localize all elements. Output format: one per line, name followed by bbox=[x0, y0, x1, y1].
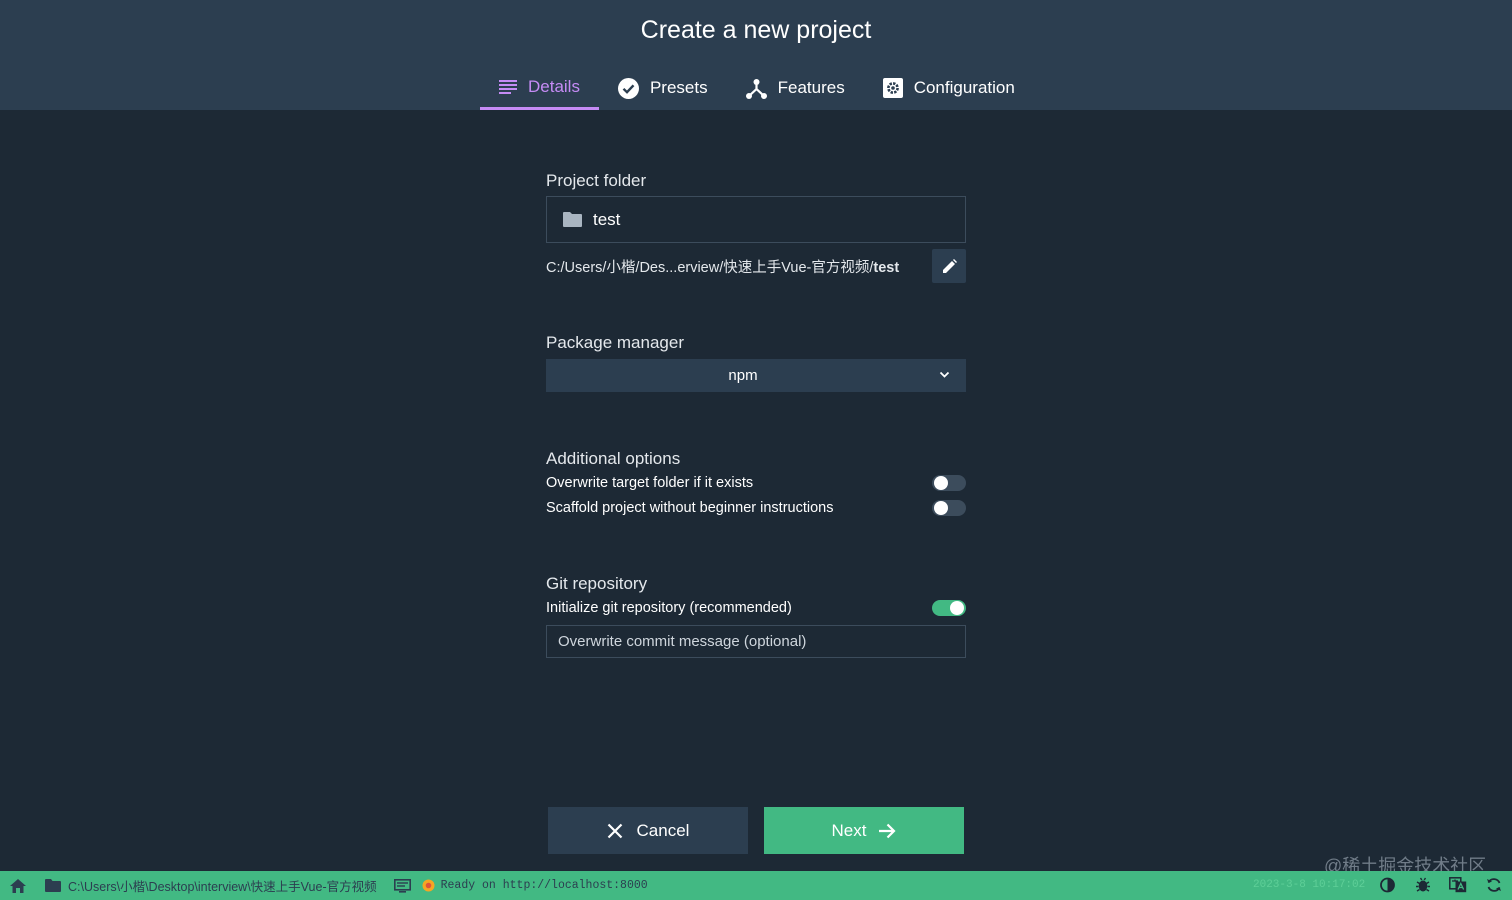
log-status[interactable]: Ready on http://localhost:8000 bbox=[422, 871, 648, 900]
toggle-knob bbox=[934, 476, 948, 490]
tab-bar: Details Presets Features Configuration bbox=[480, 66, 1034, 110]
option-scaffold-row: Scaffold project without beginner instru… bbox=[546, 497, 966, 519]
tab-label: Features bbox=[777, 78, 845, 97]
toggle-knob bbox=[950, 601, 964, 615]
option-label: Scaffold project without beginner instru… bbox=[546, 500, 834, 516]
close-icon bbox=[607, 823, 622, 838]
project-folder-label: Project folder bbox=[546, 171, 647, 190]
tab-features[interactable]: Features bbox=[727, 66, 864, 110]
home-button[interactable] bbox=[10, 871, 26, 900]
cwd-button[interactable]: C:\Users\小楷\Desktop\interview\快速上手Vue-官方… bbox=[45, 871, 377, 900]
toggle-knob bbox=[934, 501, 948, 515]
home-icon bbox=[10, 878, 26, 893]
log-message: Ready on http://localhost:8000 bbox=[440, 879, 648, 892]
pencil-icon bbox=[942, 258, 957, 273]
folder-icon bbox=[563, 212, 582, 227]
check-circle-icon bbox=[617, 77, 639, 99]
project-path: C:/Users/小楷/Des...erview/快速上手Vue-官方视频/te… bbox=[546, 259, 900, 276]
tab-label: Configuration bbox=[913, 78, 1015, 97]
additional-options-label: Additional options bbox=[546, 449, 681, 468]
tab-details[interactable]: Details bbox=[480, 66, 599, 110]
project-folder-value: test bbox=[593, 209, 621, 229]
merge-icon bbox=[745, 78, 767, 99]
refresh-icon[interactable] bbox=[1486, 877, 1502, 893]
package-manager-select[interactable]: npm bbox=[546, 359, 966, 392]
cwd-path: C:\Users\小楷\Desktop\interview\快速上手Vue-官方… bbox=[68, 880, 377, 894]
arrow-right-icon bbox=[879, 823, 897, 838]
commit-message-input[interactable] bbox=[546, 625, 966, 658]
git-init-toggle[interactable] bbox=[932, 600, 966, 616]
git-repository-label: Git repository bbox=[546, 574, 648, 593]
overwrite-toggle[interactable] bbox=[932, 475, 966, 491]
status-bar: C:\Users\小楷\Desktop\interview\快速上手Vue-官方… bbox=[0, 871, 1512, 900]
translate-icon[interactable] bbox=[1449, 877, 1467, 893]
project-path-row: C:/Users/小楷/Des...erview/快速上手Vue-官方视频/te… bbox=[546, 249, 966, 283]
chevron-down-icon bbox=[939, 371, 950, 378]
option-overwrite-row: Overwrite target folder if it exists bbox=[546, 472, 966, 494]
option-label: Initialize git repository (recommended) bbox=[546, 600, 792, 616]
header: Create a new project Details Presets Fea… bbox=[0, 0, 1512, 110]
cancel-label: Cancel bbox=[636, 820, 690, 840]
status-ready-icon bbox=[422, 879, 435, 892]
package-manager-label: Package manager bbox=[546, 333, 684, 352]
next-label: Next bbox=[831, 820, 867, 840]
edit-path-button[interactable] bbox=[932, 249, 966, 283]
tab-label: Details bbox=[528, 76, 580, 96]
folder-icon bbox=[45, 879, 61, 892]
tab-configuration[interactable]: Configuration bbox=[864, 66, 1034, 110]
tab-presets[interactable]: Presets bbox=[599, 66, 727, 110]
cancel-button[interactable]: Cancel bbox=[548, 807, 748, 854]
bug-icon[interactable] bbox=[1416, 877, 1430, 893]
theme-toggle-icon[interactable] bbox=[1380, 877, 1395, 893]
console-button[interactable] bbox=[393, 871, 411, 900]
next-button[interactable]: Next bbox=[764, 807, 964, 854]
package-manager-value: npm bbox=[728, 367, 758, 384]
option-label: Overwrite target folder if it exists bbox=[546, 475, 754, 491]
tab-label: Presets bbox=[649, 78, 708, 97]
list-icon bbox=[499, 79, 517, 94]
page-title: Create a new project bbox=[640, 16, 872, 44]
project-folder-input[interactable]: test bbox=[546, 196, 966, 243]
option-git-init-row: Initialize git repository (recommended) bbox=[546, 597, 966, 619]
console-icon bbox=[393, 878, 411, 893]
scaffold-toggle[interactable] bbox=[932, 500, 966, 516]
timestamp: 2023-3-8 10:17:02 bbox=[1253, 879, 1366, 891]
settings-box-icon bbox=[882, 78, 903, 98]
